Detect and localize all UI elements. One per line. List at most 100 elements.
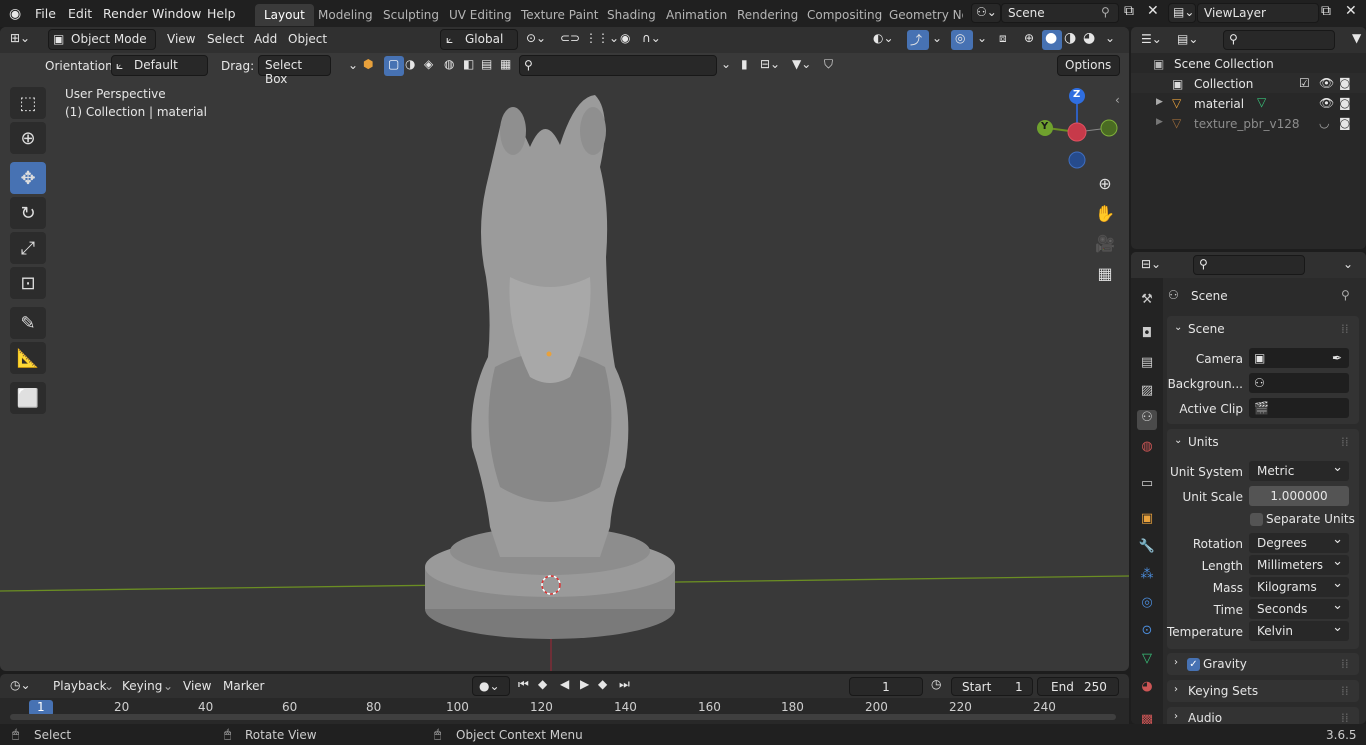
workspace-tab-shading[interactable]: Shading (607, 8, 656, 22)
properties-options-icon[interactable]: ⌄ (1343, 257, 1353, 271)
outliner-editor-type-icon[interactable]: ☰⌄ (1141, 32, 1162, 46)
timeline-menu-playback[interactable]: Playback (53, 679, 107, 693)
texture-label[interactable]: texture_pbr_v128 (1194, 117, 1300, 131)
workspace-tab-compositing[interactable]: Compositing (807, 8, 882, 22)
temperature-dropdown[interactable]: Kelvin (1249, 620, 1349, 641)
material-eye-icon[interactable]: 👁 (1319, 96, 1334, 110)
texture-expand-icon[interactable]: ▶ (1156, 117, 1163, 127)
length-dropdown[interactable]: Millimeters (1249, 554, 1349, 575)
gravity-expand-icon[interactable]: › (1174, 657, 1178, 668)
workspace-tab-uv-editing[interactable]: UV Editing (449, 8, 512, 22)
scene-collection-label[interactable]: Scene Collection (1174, 57, 1274, 71)
properties-editor-type-icon[interactable]: ⊟⌄ (1141, 257, 1161, 271)
menu-render[interactable]: Render (103, 6, 148, 21)
jump-end-icon[interactable]: ⏭ (619, 677, 630, 692)
keying-sets-label[interactable]: Keying Sets (1188, 684, 1258, 698)
menu-help[interactable]: Help (207, 6, 236, 21)
material-expand-icon[interactable]: ▶ (1156, 97, 1163, 107)
workspace-tab-texture-paint[interactable]: Texture Paint (521, 8, 598, 22)
preview-range-icon[interactable]: ◷ (931, 677, 941, 691)
zoom-icon[interactable]: ⊕ (1091, 169, 1119, 197)
workspace-tab-layout[interactable]: Layout (255, 4, 314, 26)
delete-scene-icon[interactable]: ✕ (1147, 3, 1159, 19)
time-dropdown[interactable]: Seconds (1249, 598, 1349, 619)
timeline-menu-marker[interactable]: Marker (223, 679, 264, 693)
workspace-tab-modeling[interactable]: Modeling (318, 8, 373, 22)
collection-checkbox-icon[interactable]: ☑ (1299, 76, 1310, 90)
collection-label[interactable]: Collection (1194, 77, 1253, 91)
outliner-filter-icon[interactable]: ▼ (1352, 31, 1361, 45)
timeline-editor-type-icon[interactable]: ◷⌄ (10, 678, 31, 692)
gravity-label[interactable]: Gravity (1203, 657, 1247, 671)
new-viewlayer-icon[interactable]: ⧉ (1321, 3, 1331, 19)
timeline-menu-keying[interactable]: Keying (122, 679, 162, 693)
keying-sets-drag-icon[interactable]: ⁞⁞ (1341, 684, 1349, 698)
scene-selector-icon[interactable]: ⚇⌄ (971, 3, 1001, 23)
menu-edit[interactable]: Edit (68, 6, 92, 21)
play-reverse-icon[interactable]: ◀ (560, 677, 569, 691)
scene-panel-title[interactable]: Scene (1188, 322, 1225, 336)
display-mode-icon[interactable]: ▤⌄ (1177, 32, 1198, 46)
workspace-tab-sculpting[interactable]: Sculpting (383, 8, 439, 22)
collection-eye-icon[interactable]: 👁 (1319, 76, 1334, 90)
data-tab-icon[interactable]: ▽ (1137, 651, 1157, 671)
next-keyframe-icon[interactable]: ◆ (598, 677, 607, 691)
record-button[interactable]: ●⌄ (472, 676, 510, 696)
menu-file[interactable]: File (35, 6, 56, 21)
properties-search-field[interactable] (1193, 255, 1305, 275)
audio-label[interactable]: Audio (1188, 711, 1222, 724)
timeline-scrollbar[interactable] (10, 714, 1116, 720)
tool-tab-icon[interactable]: ⚒ (1137, 292, 1157, 312)
gravity-drag-icon[interactable]: ⁞⁞ (1341, 657, 1349, 671)
texture-tab-icon[interactable]: ▩ (1137, 712, 1157, 724)
separate-units-checkbox[interactable] (1250, 513, 1263, 526)
workspace-tab-geometry-nodes[interactable]: Geometry Noc (889, 8, 963, 22)
mass-dropdown[interactable]: Kilograms (1249, 576, 1349, 597)
timeline-menu-view[interactable]: View (183, 679, 211, 693)
workspace-tab-rendering[interactable]: Rendering (737, 8, 798, 22)
audio-drag-icon[interactable]: ⁞⁞ (1341, 711, 1349, 724)
material-camera-icon[interactable]: ◙ (1339, 96, 1351, 110)
3d-viewport[interactable]: ⊞⌄ Object Mode ▣ View Select Add Object … (0, 27, 1129, 671)
texture-hidden-eye-icon[interactable]: ◡ (1319, 116, 1329, 130)
pin-icon[interactable]: ⚲ (1101, 5, 1110, 19)
unit-scale-field[interactable]: 1.000000 (1249, 486, 1349, 506)
collection-camera-icon[interactable]: ◙ (1339, 76, 1351, 90)
menu-window[interactable]: Window (152, 6, 201, 21)
material-modifier-icon[interactable]: ▽ (1257, 95, 1266, 109)
units-panel-title[interactable]: Units (1188, 435, 1219, 449)
render-tab-icon[interactable]: ◘ (1137, 326, 1157, 346)
timeline-ruler[interactable]: 1 20 40 60 80 100 120 140 160 180 200 22… (0, 698, 1129, 724)
separate-units-label[interactable]: Separate Units (1266, 512, 1355, 526)
outliner-search-field[interactable] (1223, 30, 1335, 50)
camera-eyedropper-icon[interactable]: ✒ (1332, 351, 1342, 365)
material-tab-icon[interactable]: ◕ (1137, 679, 1157, 699)
ortho-grid-icon[interactable]: ▦ (1091, 259, 1119, 287)
unit-system-dropdown[interactable]: Metric (1249, 460, 1349, 481)
scene-panel-drag-icon[interactable]: ⁞⁞ (1341, 322, 1349, 336)
current-frame-field[interactable]: 1 (849, 677, 923, 696)
material-label[interactable]: material (1194, 97, 1244, 111)
scene-panel-collapse-icon[interactable]: ⌄ (1174, 322, 1182, 333)
camera-view-icon[interactable]: 🎥 (1091, 229, 1119, 257)
texture-camera-icon[interactable]: ◙ (1339, 116, 1351, 130)
viewlayer-name-field[interactable]: ViewLayer (1197, 3, 1319, 23)
units-panel-drag-icon[interactable]: ⁞⁞ (1341, 435, 1349, 449)
audio-expand-icon[interactable]: › (1174, 711, 1178, 722)
gravity-checkbox[interactable]: ✓ (1187, 658, 1200, 671)
workspace-tab-animation[interactable]: Animation (666, 8, 727, 22)
prev-keyframe-icon[interactable]: ◆ (538, 677, 547, 691)
pan-hand-icon[interactable]: ✋ (1091, 199, 1119, 227)
units-panel-collapse-icon[interactable]: ⌄ (1174, 435, 1182, 446)
sidebar-collapse-icon[interactable]: ‹ (1115, 93, 1120, 107)
keying-sets-expand-icon[interactable]: › (1174, 684, 1178, 695)
new-scene-icon[interactable]: ⧉ (1124, 3, 1134, 19)
jump-start-icon[interactable]: ⏮ (518, 677, 529, 692)
play-icon[interactable]: ▶ (580, 677, 589, 691)
rotation-dropdown[interactable]: Degrees (1249, 532, 1349, 553)
blender-logo-icon[interactable]: ◉ (9, 6, 21, 22)
properties-pin-icon[interactable]: ⚲ (1341, 288, 1350, 302)
delete-viewlayer-icon[interactable]: ✕ (1345, 3, 1357, 19)
viewlayer-selector-icon[interactable]: ▤⌄ (1168, 3, 1196, 23)
world-tab-icon[interactable]: ◍ (1137, 439, 1157, 459)
